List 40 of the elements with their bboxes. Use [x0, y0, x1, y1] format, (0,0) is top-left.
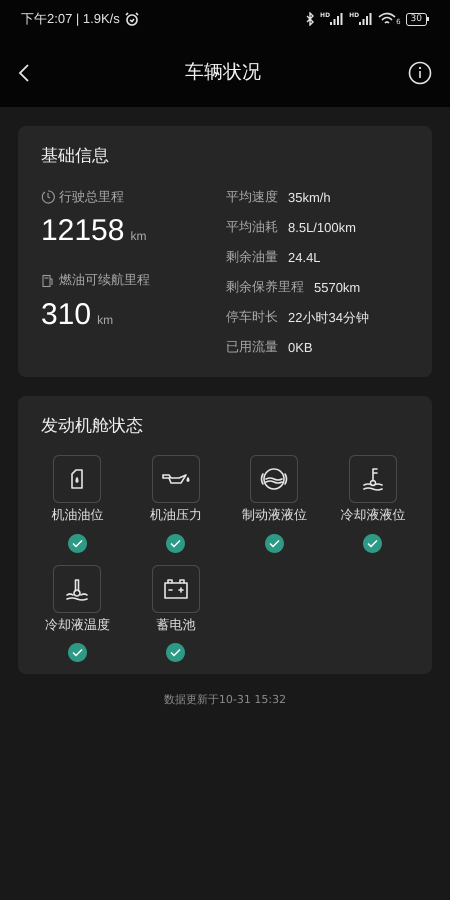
- detail-value: 0KB: [288, 338, 313, 357]
- card-title: 发动机舱状态: [41, 414, 144, 438]
- detail-value: 8.5L/100km: [288, 218, 356, 237]
- detail-label: 平均油耗: [226, 218, 278, 237]
- brake-fluid-icon: [260, 465, 288, 493]
- stat-value: 310: [41, 296, 92, 332]
- detail-value: 22小时34分钟: [288, 308, 369, 327]
- detail-label: 剩余保养里程: [226, 278, 304, 297]
- detail-label: 平均速度: [226, 188, 278, 207]
- stat-label: 燃油可续航里程: [59, 272, 150, 290]
- bluetooth-icon: [305, 12, 316, 26]
- signal-icon: [330, 13, 344, 25]
- status-label: 冷却液温度: [44, 616, 110, 634]
- wifi-icon: [378, 12, 396, 26]
- update-time: 数据更新于10-31 15:32: [162, 692, 288, 708]
- detail-label: 剩余油量: [226, 248, 278, 267]
- status-label: 机油压力: [150, 507, 202, 525]
- status-label: 制动液液位: [242, 507, 307, 525]
- stat-label: 行驶总里程: [59, 188, 124, 206]
- timer-icon: [41, 190, 55, 204]
- status-time: 下午2:07 | 1.9K/s: [21, 10, 120, 28]
- stat-unit: km: [97, 312, 114, 328]
- signal-icon: [359, 13, 374, 25]
- fuel-pump-icon: [41, 274, 55, 288]
- battery-level: 30: [406, 12, 427, 26]
- detail-label: 停车时长: [226, 308, 278, 327]
- status-label: 机油油位: [51, 507, 104, 525]
- alarm-clock-icon: [124, 11, 140, 27]
- stat-value: 12158: [41, 213, 124, 249]
- status-label: 冷却液液位: [340, 507, 406, 525]
- stat-unit: km: [130, 228, 146, 245]
- battery-icon: [162, 578, 189, 600]
- detail-value: 35km/h: [288, 188, 331, 207]
- card-title: 基础信息: [41, 145, 110, 168]
- detail-value: 5570km: [314, 278, 360, 297]
- detail-value: 24.4L: [288, 248, 321, 267]
- info-button[interactable]: [408, 60, 432, 84]
- detail-label: 已用流量: [226, 338, 278, 357]
- page-title: 车辆状况: [185, 60, 261, 86]
- status-label: 蓄电池: [156, 616, 196, 634]
